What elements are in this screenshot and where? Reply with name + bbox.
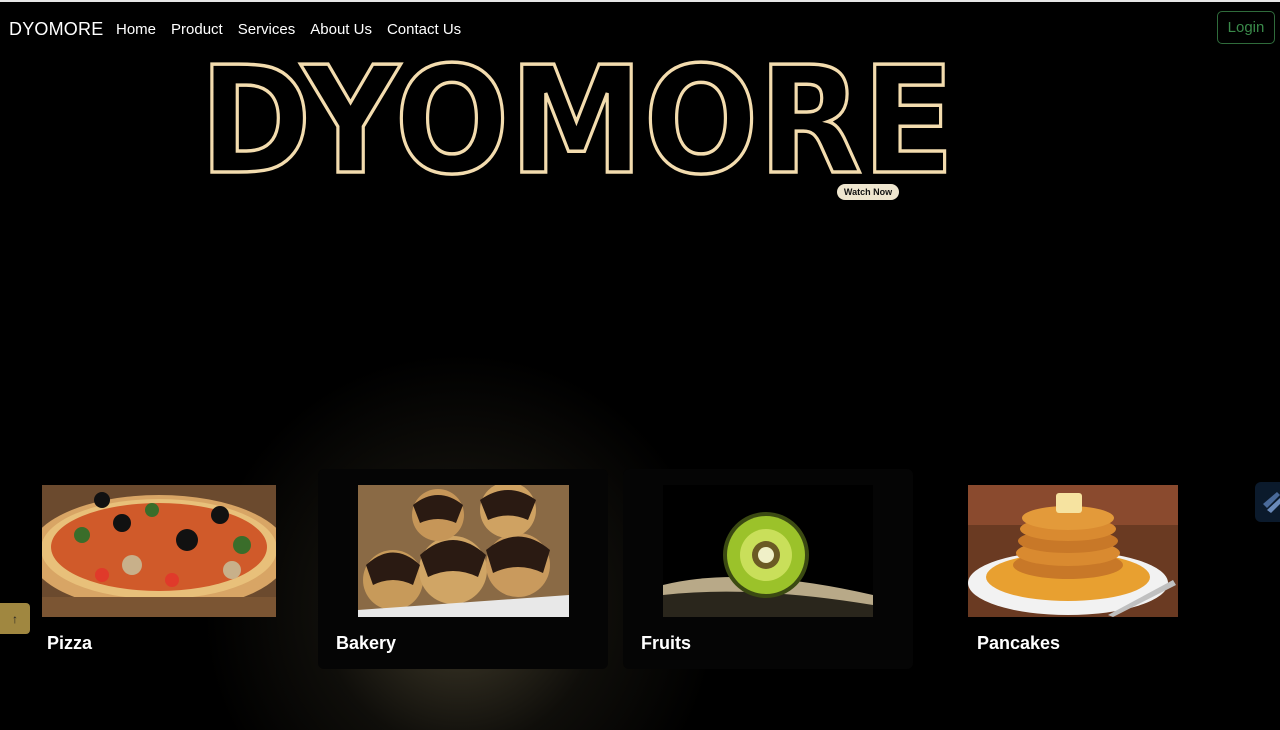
side-widget[interactable] [1255,482,1280,522]
card-pancakes[interactable]: Pancakes [955,469,1205,669]
chevron-widget-icon [1263,492,1280,513]
card-pizza[interactable]: Pizza [30,469,290,669]
nav-link-contact-us[interactable]: Contact Us [387,21,461,38]
bakery-image [358,485,569,617]
nav-links: Home Product Services About Us Contact U… [116,21,476,38]
back-to-top-button[interactable]: ↑ [0,603,30,634]
card-label-pizza: Pizza [47,633,93,653]
fruits-image [663,485,873,617]
watch-now-button[interactable]: Watch Now [837,184,899,200]
brand-logo[interactable]: DYOMORE [9,19,103,40]
hero-title: DYOMORE [198,48,957,188]
card-label-bakery: Bakery [336,633,397,653]
nav-link-product[interactable]: Product [171,21,223,38]
card-label-fruits: Fruits [641,633,692,653]
nav-link-services[interactable]: Services [238,21,296,38]
card-bakery[interactable]: Bakery [318,469,608,669]
pizza-image [42,485,276,617]
card-fruits[interactable]: Fruits [623,469,913,669]
pancakes-image [968,485,1178,617]
hero-title-text: DYOMORE [200,48,955,188]
arrow-up-icon: ↑ [12,611,18,626]
nav-link-home[interactable]: Home [116,21,156,38]
card-label-pancakes: Pancakes [977,633,1061,653]
nav-link-about-us[interactable]: About Us [310,21,372,38]
login-button[interactable]: Login [1217,11,1275,44]
